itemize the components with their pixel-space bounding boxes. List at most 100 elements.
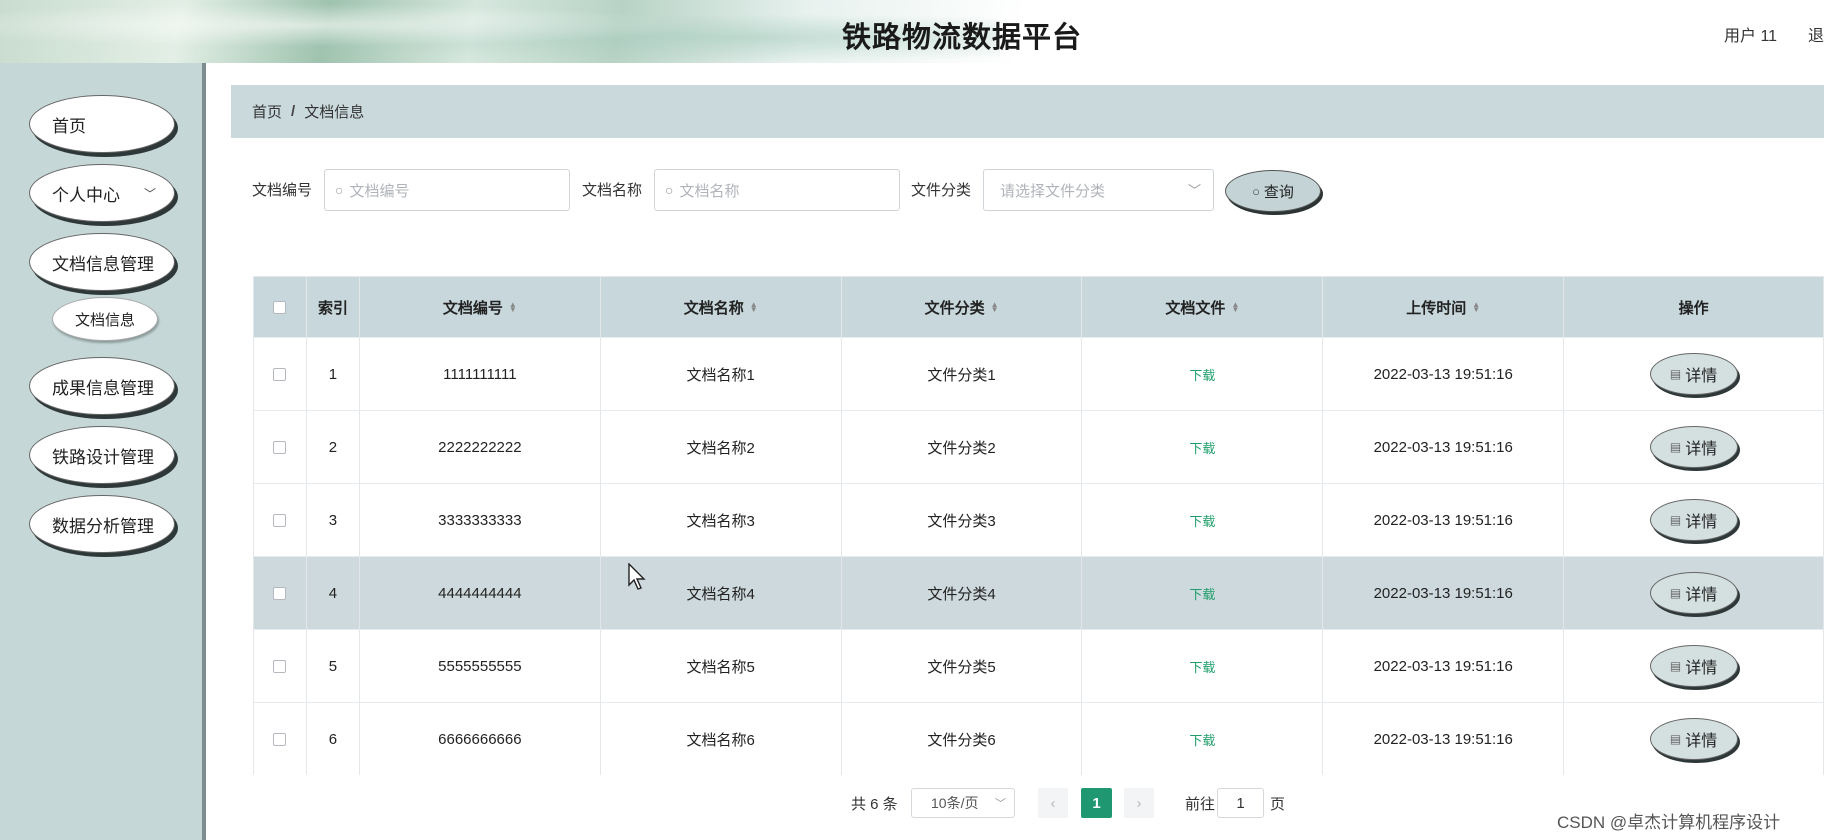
sort-icon[interactable]: ▲ ▼ xyxy=(509,301,517,314)
download-link[interactable]: 下载 xyxy=(1189,730,1215,749)
row-checkbox[interactable] xyxy=(273,732,287,746)
detail-button[interactable]: ▤ 详情 xyxy=(1649,572,1738,614)
header-label: 操作 xyxy=(1678,299,1709,317)
sidebar-item-data-analysis[interactable]: 数据分析管理 xyxy=(29,495,175,553)
sort-icon[interactable]: ▲ ▼ xyxy=(1231,301,1239,314)
cell-actions: ▤ 详情 xyxy=(1564,484,1824,556)
detail-button[interactable]: ▤ 详情 xyxy=(1649,426,1738,468)
row-checkbox[interactable] xyxy=(273,586,287,600)
detail-button-label: 详情 xyxy=(1685,733,1718,750)
header-actions: 操作 xyxy=(1564,277,1824,337)
cell-doc-name: 文档名称5 xyxy=(601,630,842,702)
detail-button[interactable]: ▤ 详情 xyxy=(1649,499,1738,541)
cell-category: 文件分类3 xyxy=(842,484,1083,556)
cell-actions: ▤ 详情 xyxy=(1564,338,1824,410)
user-name[interactable]: 用户 11 xyxy=(1724,22,1777,46)
goto-prefix: 前往 xyxy=(1185,795,1216,813)
row-checkbox[interactable] xyxy=(273,367,287,381)
detail-button[interactable]: ▤ 详情 xyxy=(1649,718,1738,760)
sidebar-item-doc-management[interactable]: 文档信息管理 xyxy=(29,233,175,291)
row-checkbox[interactable] xyxy=(273,513,287,527)
select-all-checkbox[interactable] xyxy=(273,300,287,314)
cell-upload-time: 2022-03-13 19:51:16 xyxy=(1323,557,1565,629)
chevron-down-icon: ﹀ xyxy=(143,186,156,201)
breadcrumb-home[interactable]: 首页 xyxy=(252,101,282,122)
table-row[interactable]: 1 1111111111 文档名称1 文件分类1 下载 2022-03-13 19:51:… xyxy=(254,337,1824,410)
cell-doc-no: 1111111111 xyxy=(360,338,601,410)
download-link[interactable]: 下载 xyxy=(1189,365,1215,384)
search-icon: ○ xyxy=(335,182,344,198)
select-all-cell xyxy=(254,277,307,337)
header-doc-file[interactable]: 文档文件 ▲ ▼ xyxy=(1082,277,1324,337)
sidebar-subitem-doc-info[interactable]: 文档信息 xyxy=(52,297,158,341)
sort-icon[interactable]: ▲ ▼ xyxy=(750,301,758,314)
table-row[interactable]: 3 3333333333 文档名称3 文件分类3 下载 2022-03-13 19:51:… xyxy=(254,483,1824,556)
cell-doc-file: 下载 xyxy=(1082,338,1324,410)
download-link[interactable]: 下载 xyxy=(1189,438,1215,457)
download-link[interactable]: 下载 xyxy=(1189,657,1215,676)
sort-icon[interactable]: ▲ ▼ xyxy=(1472,301,1480,314)
chevron-down-icon: ﹀ xyxy=(1187,183,1201,198)
sidebar-item-results-management[interactable]: 成果信息管理 xyxy=(29,357,175,415)
header-label: 文档文件 xyxy=(1165,299,1226,317)
table-row[interactable]: 5 5555555555 文档名称5 文件分类5 下载 2022-03-13 19:51:… xyxy=(254,629,1824,702)
header-doc-no[interactable]: 文档编号 ▲ ▼ xyxy=(360,277,601,337)
row-checkbox[interactable] xyxy=(273,659,287,673)
category-label: 文件分类 xyxy=(911,182,972,199)
cell-category: 文件分类1 xyxy=(842,338,1083,410)
sidebar-item-label: 成果信息管理 xyxy=(52,378,154,398)
sidebar-item-personal-center[interactable]: 个人中心 ﹀ xyxy=(29,164,175,222)
detail-button[interactable]: ▤ 详情 xyxy=(1649,353,1738,395)
page-size-value: 10条/页 xyxy=(931,795,979,811)
prev-page-button[interactable]: ‹ xyxy=(1038,788,1068,818)
category-select[interactable]: 请选择文件分类 ﹀ xyxy=(983,169,1214,211)
query-button-label: 查询 xyxy=(1263,183,1294,201)
query-button[interactable]: ○ 查询 xyxy=(1225,170,1321,212)
cell-doc-file: 下载 xyxy=(1082,630,1324,702)
download-link[interactable]: 下载 xyxy=(1189,511,1215,530)
detail-button-label: 详情 xyxy=(1685,441,1718,458)
header-upload-time[interactable]: 上传时间 ▲ ▼ xyxy=(1323,277,1565,337)
table-row[interactable]: 2 2222222222 文档名称2 文件分类2 下载 2022-03-13 19:51:… xyxy=(254,410,1824,483)
row-select-cell xyxy=(254,703,307,775)
download-link[interactable]: 下载 xyxy=(1189,584,1215,603)
document-icon: ▤ xyxy=(1669,659,1682,673)
page-size-select[interactable]: 10条/页 ﹀ xyxy=(911,788,1015,818)
page-number-1[interactable]: 1 xyxy=(1081,788,1112,818)
cell-index: 5 xyxy=(307,630,360,702)
cell-upload-time: 2022-03-13 19:51:16 xyxy=(1323,338,1565,410)
table-row[interactable]: 4 4444444444 文档名称4 文件分类4 下载 2022-03-13 19:51:… xyxy=(254,556,1824,629)
row-select-cell xyxy=(254,338,307,410)
table-body: 1 1111111111 文档名称1 文件分类1 下载 2022-03-13 19:51:… xyxy=(254,337,1824,775)
row-checkbox[interactable] xyxy=(273,440,287,454)
logout-link[interactable]: 退 xyxy=(1808,22,1824,46)
doc-no-label: 文档编号 xyxy=(252,182,313,199)
cell-upload-time: 2022-03-13 19:51:16 xyxy=(1323,484,1565,556)
cell-doc-no: 6666666666 xyxy=(360,703,601,775)
next-page-button[interactable]: › xyxy=(1124,788,1154,818)
table-header: 索引 文档编号 ▲ ▼ 文档名称 ▲ ▼ 文件分类 ▲ ▼ 文档文件 ▲ ▼ 上传时间 ▲ ▼ 操作 xyxy=(254,277,1824,337)
header-doc-name[interactable]: 文档名称 ▲ ▼ xyxy=(601,277,842,337)
cell-actions: ▤ 详情 xyxy=(1564,703,1824,775)
doc-name-input[interactable]: ○ 文档名称 xyxy=(654,169,900,211)
table-row[interactable]: 6 6666666666 文档名称6 文件分类6 下载 2022-03-13 19:51:… xyxy=(254,702,1824,775)
header-category[interactable]: 文件分类 ▲ ▼ xyxy=(842,277,1083,337)
sidebar-item-label: 文档信息 xyxy=(74,311,135,329)
header-label: 上传时间 xyxy=(1406,299,1467,317)
sidebar-item-home[interactable]: 首页 xyxy=(29,95,175,153)
cell-category: 文件分类2 xyxy=(842,411,1083,483)
breadcrumb: 首页 / 文档信息 xyxy=(231,85,1824,138)
app-title: 铁路物流数据平台 xyxy=(841,22,1082,54)
goto-page-input[interactable]: 1 xyxy=(1217,788,1264,818)
cell-category: 文件分类6 xyxy=(842,703,1083,775)
doc-no-input[interactable]: ○ 文档编号 xyxy=(324,169,570,211)
sidebar-item-railway-design[interactable]: 铁路设计管理 xyxy=(29,426,175,484)
cell-doc-no: 3333333333 xyxy=(360,484,601,556)
cell-doc-file: 下载 xyxy=(1082,411,1324,483)
sort-icon[interactable]: ▲ ▼ xyxy=(991,301,999,314)
detail-button[interactable]: ▤ 详情 xyxy=(1649,645,1738,687)
cell-category: 文件分类4 xyxy=(842,557,1083,629)
header-index: 索引 xyxy=(307,277,360,337)
cell-category: 文件分类5 xyxy=(842,630,1083,702)
cell-actions: ▤ 详情 xyxy=(1564,557,1824,629)
